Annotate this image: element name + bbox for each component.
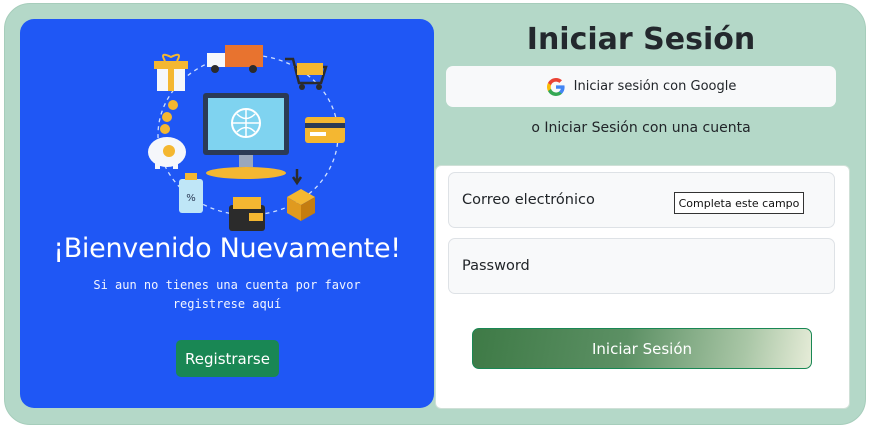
welcome-panel: % ¡Bienvenido Nuevamente! Si aun no tien… — [20, 19, 434, 408]
monitor-globe-icon — [203, 93, 289, 179]
validation-tooltip: Completa este campo — [674, 192, 804, 214]
gift-icon — [154, 53, 188, 91]
piggy-bank-icon — [148, 137, 186, 169]
ecommerce-illustration: % — [148, 45, 345, 231]
delivery-truck-icon — [207, 45, 263, 73]
password-field[interactable]: Password — [448, 238, 835, 294]
google-signin-label: Iniciar sesión con Google — [573, 79, 737, 94]
email-label: Correo electrónico — [462, 192, 595, 208]
register-hint-text: Si aun no tienes una cuenta por favor re… — [93, 278, 361, 311]
package-icon — [287, 169, 315, 221]
page-title: Iniciar Sesión — [526, 22, 756, 57]
google-icon — [546, 77, 565, 96]
google-signin-button[interactable]: Iniciar sesión con Google — [446, 66, 836, 107]
coins-icon — [160, 100, 178, 134]
welcome-title: ¡Bienvenido Nuevamente! — [53, 233, 401, 264]
register-button[interactable]: Registrarse — [176, 340, 279, 377]
shopping-cart-icon — [285, 57, 328, 90]
wallet-icon — [229, 197, 265, 231]
login-submit-button[interactable]: Iniciar Sesión — [472, 328, 812, 369]
password-label: Password — [462, 258, 530, 274]
price-tag-icon: % — [179, 173, 203, 213]
svg-text:%: % — [186, 193, 196, 204]
alternative-login-text: o Iniciar Sesión con una cuenta — [531, 120, 751, 136]
credit-card-icon — [305, 117, 345, 143]
